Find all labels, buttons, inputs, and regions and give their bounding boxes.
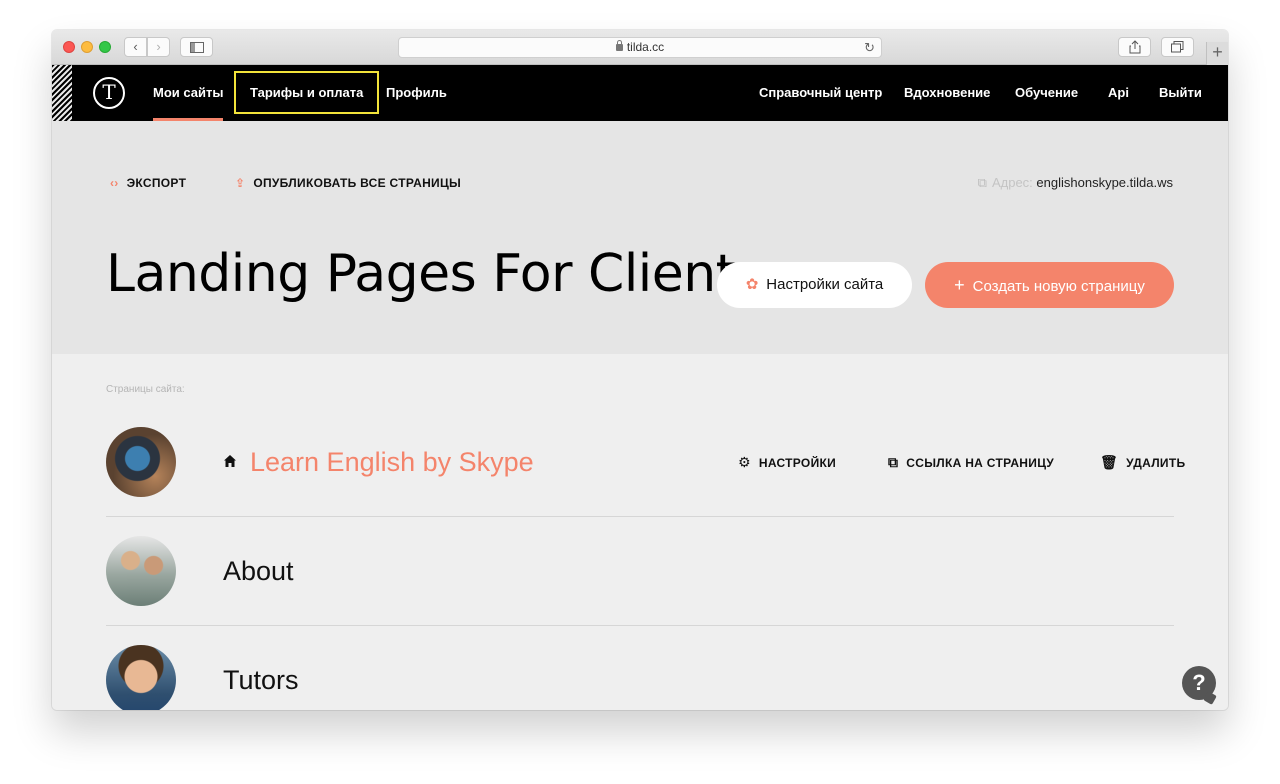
- tilda-top-nav: T Мои сайты Тарифы и оплата Профиль Спра…: [52, 65, 1228, 121]
- nav-logout[interactable]: Выйти: [1159, 65, 1202, 121]
- page-title-link[interactable]: Tutors: [223, 626, 299, 710]
- external-link-icon: ⧉: [888, 454, 899, 470]
- back-button[interactable]: ‹: [124, 37, 147, 57]
- nav-profile[interactable]: Профиль: [386, 65, 447, 121]
- nav-my-sites-label: Мои сайты: [153, 85, 224, 100]
- close-window-button[interactable]: [63, 41, 75, 53]
- nav-help-center[interactable]: Справочный центр: [759, 65, 882, 121]
- code-icon: ‹›: [110, 176, 119, 190]
- reload-icon[interactable]: ↻: [864, 38, 875, 57]
- nav-tariffs[interactable]: Тарифы и оплата: [234, 71, 380, 114]
- export-link[interactable]: ‹› ЭКСПОРТ: [110, 176, 186, 190]
- new-tab-button[interactable]: +: [1206, 42, 1228, 65]
- page-thumbnail[interactable]: [106, 427, 176, 497]
- trash-icon: 🗑: [1100, 454, 1119, 470]
- sidebar-toggle-button[interactable]: [180, 37, 213, 57]
- page-row: Tutors: [106, 626, 1174, 710]
- address-bar[interactable]: tilda.cc ↻: [398, 37, 882, 58]
- address-value: englishonskype.tilda.ws: [1036, 175, 1173, 190]
- page-link-button[interactable]: ⧉ ССЫЛКА НА СТРАНИЦУ: [888, 408, 1054, 517]
- share-icon: [1129, 40, 1140, 54]
- url-text: tilda.cc: [626, 40, 665, 54]
- page-delete-button[interactable]: 🗑 УДАЛИТЬ: [1100, 408, 1185, 517]
- page-row: About: [106, 517, 1174, 626]
- site-settings-label: Настройки сайта: [766, 276, 884, 293]
- page-thumbnail[interactable]: [106, 645, 176, 710]
- sidebar-icon: [189, 42, 204, 53]
- site-header: ‹› ЭКСПОРТ ⇪ ОПУБЛИКОВАТЬ ВСЕ СТРАНИЦЫ ⧉ Ад…: [52, 121, 1228, 354]
- address-label: Адрес:: [991, 175, 1033, 190]
- gear-icon: ⚙: [738, 454, 751, 470]
- lock-icon: [615, 40, 623, 51]
- nav-api[interactable]: Api: [1108, 65, 1129, 121]
- minimize-window-button[interactable]: [81, 41, 93, 53]
- publish-all-link[interactable]: ⇪ ОПУБЛИКОВАТЬ ВСЕ СТРАНИЦЫ: [235, 176, 461, 190]
- site-settings-button[interactable]: ✿ Настройки сайта: [717, 262, 912, 308]
- zigzag-decoration: [52, 65, 72, 121]
- forward-button[interactable]: ›: [147, 37, 170, 57]
- gear-icon: ✿: [745, 276, 759, 293]
- create-page-button[interactable]: + Создать новую страницу: [925, 262, 1174, 308]
- browser-window: ‹ › tilda.cc ↻ + T Мои сайты Тарифы и оп…: [52, 30, 1228, 710]
- page-link-label: ССЫЛКА НА СТРАНИЦУ: [906, 456, 1055, 470]
- share-button[interactable]: [1118, 37, 1151, 57]
- site-title: Landing Pages For Client: [106, 244, 736, 304]
- nav-inspiration[interactable]: Вдохновение: [904, 65, 990, 121]
- page-title-link[interactable]: Learn English by Skype: [250, 408, 534, 517]
- nav-education[interactable]: Обучение: [1015, 65, 1078, 121]
- pages-list: Страницы сайта: Learn English by Skype ⚙…: [52, 354, 1228, 710]
- export-label: ЭКСПОРТ: [126, 176, 187, 190]
- page-settings-button[interactable]: ⚙ НАСТРОЙКИ: [738, 408, 836, 517]
- page-settings-label: НАСТРОЙКИ: [758, 456, 837, 470]
- create-page-label: Создать новую страницу: [972, 278, 1145, 295]
- show-tabs-button[interactable]: [1161, 37, 1194, 57]
- publish-label: ОПУБЛИКОВАТЬ ВСЕ СТРАНИЦЫ: [253, 176, 462, 190]
- zoom-window-button[interactable]: [99, 41, 111, 53]
- page-row: Learn English by Skype ⚙ НАСТРОЙКИ ⧉ ССЫЛК…: [106, 408, 1185, 517]
- page-title-link[interactable]: About: [223, 517, 294, 626]
- browser-toolbar: ‹ › tilda.cc ↻ +: [52, 30, 1228, 65]
- tabs-icon: [1171, 41, 1184, 53]
- page-delete-label: УДАЛИТЬ: [1126, 456, 1186, 470]
- site-address[interactable]: ⧉ Адрес: englishonskype.tilda.ws: [978, 175, 1173, 191]
- external-link-icon: ⧉: [977, 175, 987, 190]
- page-thumbnail[interactable]: [106, 536, 176, 606]
- plus-icon: +: [954, 275, 965, 295]
- tilda-logo[interactable]: T: [93, 77, 125, 109]
- home-icon: [224, 455, 236, 467]
- nav-my-sites[interactable]: Мои сайты: [153, 65, 224, 121]
- upload-icon: ⇪: [235, 176, 246, 190]
- pages-caption: Страницы сайта:: [106, 384, 185, 395]
- help-chat-button[interactable]: ?: [1182, 666, 1216, 700]
